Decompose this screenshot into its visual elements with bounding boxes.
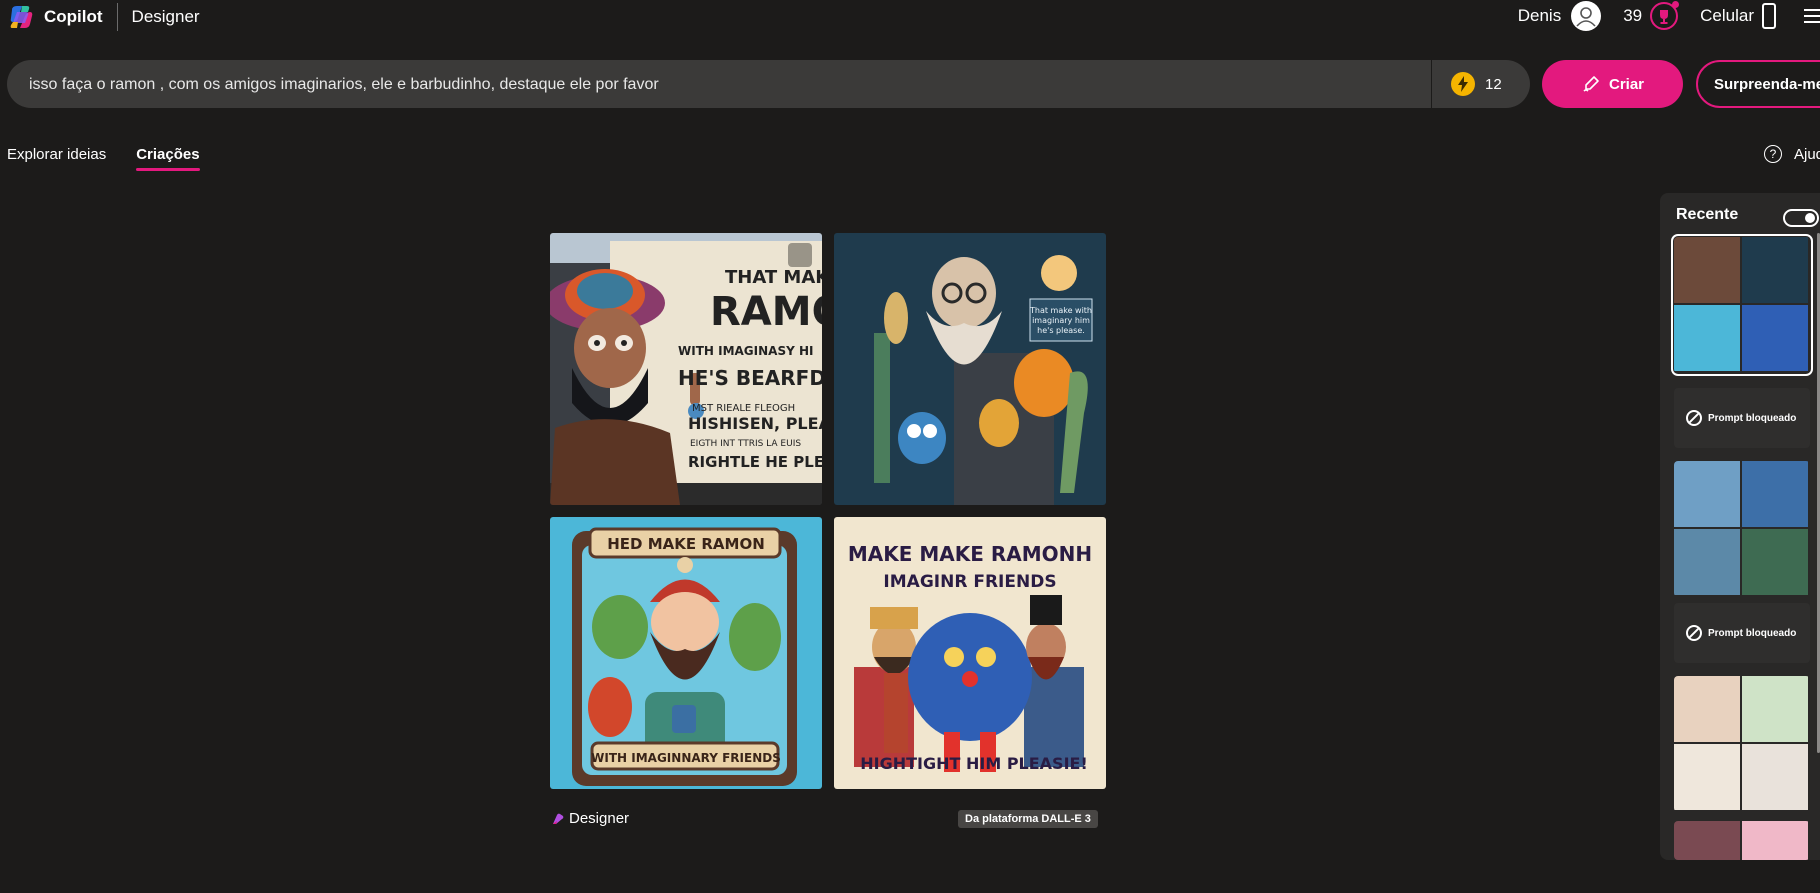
- rewards-points[interactable]: 39: [1623, 6, 1642, 26]
- image-text: HE'S BEARFD: [678, 366, 822, 390]
- image-text: WITH IMAGINASY HI: [678, 344, 813, 358]
- app-name: Copilot: [44, 7, 103, 26]
- recent-thumb: [1742, 529, 1808, 595]
- create-label: Criar: [1608, 75, 1645, 93]
- recent-thumb: [1742, 744, 1808, 810]
- app-subtitle: Designer: [131, 7, 200, 26]
- prompt-divider: [1431, 60, 1432, 108]
- image-text: RAMON: [710, 289, 822, 335]
- recent-thumb: [1742, 676, 1808, 742]
- recent-thumb: [1674, 237, 1740, 303]
- prompt-input[interactable]: [27, 60, 1431, 110]
- prompt-bar: 12: [7, 60, 1530, 110]
- help-link[interactable]: ? Ajuda: [1764, 145, 1820, 163]
- image-text: MST RIEALE FLEOGH: [692, 403, 795, 414]
- avatar[interactable]: [1571, 1, 1602, 31]
- image-text: IMAGINR FRIENDS: [883, 572, 1056, 592]
- image-text: HISHISEN, PLEAS: [688, 414, 822, 433]
- create-button[interactable]: Criar: [1542, 60, 1683, 108]
- designer-label: Designer: [569, 810, 630, 827]
- recent-panel: Recente Prompt bloqueado Prompt bloquead…: [1660, 193, 1820, 860]
- image-text: THAT MAKE: [725, 267, 822, 288]
- blocked-icon: [1686, 410, 1702, 426]
- copilot-logo-icon: [8, 4, 34, 30]
- recent-thumb: [1674, 529, 1740, 595]
- recent-thumb: [1742, 821, 1808, 860]
- platform-badge: Da plataforma DALL-E 3: [958, 810, 1098, 828]
- blocked-label: Prompt bloqueado: [1708, 412, 1797, 424]
- user-icon: [1576, 7, 1596, 27]
- recent-item[interactable]: [1674, 461, 1810, 597]
- tab-creations[interactable]: Criações: [136, 146, 200, 171]
- image-options-icon[interactable]: [788, 243, 812, 267]
- boost-bolt-icon: [1451, 72, 1475, 96]
- blocked-label: Prompt bloqueado: [1708, 627, 1797, 639]
- image-text: RIGHTLE HE PLEAS: [688, 453, 822, 471]
- tab-bar: Explorar ideias Criações: [7, 146, 230, 171]
- image-text: imaginary him: [1032, 316, 1090, 325]
- top-bar: Copilot Designer Denis 39 Celular: [0, 0, 1820, 32]
- help-label: Ajuda: [1794, 145, 1820, 163]
- result-image-1[interactable]: THAT MAKE RAMON WITH IMAGINASY HI HE'S B…: [550, 233, 822, 505]
- recent-item[interactable]: [1671, 234, 1813, 376]
- surprise-me-button[interactable]: Surpreenda-me: [1696, 60, 1820, 108]
- user-name[interactable]: Denis: [1518, 6, 1561, 26]
- image-text: he's please.: [1037, 326, 1085, 335]
- boost-count: 12: [1485, 75, 1502, 93]
- result-image-3[interactable]: HED MAKE RAMON WITH IMAGINNARY FRIENDS: [550, 517, 822, 789]
- image-text: That make with: [1029, 306, 1092, 315]
- top-right-actions: Denis 39 Celular: [1518, 0, 1820, 32]
- brush-icon: [1583, 76, 1599, 92]
- image-text: HIGHTIGHT HIM PLEASIE!: [860, 754, 1088, 773]
- image-text: HED MAKE RAMON: [607, 535, 765, 553]
- recent-thumb: [1742, 305, 1808, 371]
- recent-item[interactable]: [1674, 676, 1810, 812]
- image-text: WITH IMAGINNARY FRIENDS: [591, 751, 781, 765]
- recent-toggle[interactable]: [1783, 209, 1819, 227]
- recent-thumb: [1742, 237, 1808, 303]
- image-text: EIGTH INT TTRIS LA EUIS: [690, 439, 801, 449]
- blocked-icon: [1686, 625, 1702, 641]
- recent-title: Recente: [1676, 206, 1739, 223]
- brand[interactable]: Copilot Designer: [8, 3, 200, 31]
- recent-blocked-item[interactable]: Prompt bloqueado: [1674, 388, 1810, 448]
- result-image-4[interactable]: MAKE MAKE RAMONH IMAGINR FRIENDS HIGHTIG…: [834, 517, 1106, 789]
- phone-icon[interactable]: [1762, 3, 1776, 29]
- recent-blocked-item[interactable]: Prompt bloqueado: [1674, 603, 1810, 663]
- result-image-2[interactable]: That make with imaginary him he's please…: [834, 233, 1106, 505]
- tab-explore-ideas[interactable]: Explorar ideias: [7, 146, 106, 171]
- help-icon: ?: [1764, 145, 1782, 163]
- recent-thumb: [1674, 676, 1740, 742]
- menu-icon[interactable]: [1804, 9, 1820, 23]
- recent-item[interactable]: [1674, 821, 1810, 860]
- boost-counter[interactable]: 12: [1451, 72, 1502, 96]
- recent-thumb: [1674, 305, 1740, 371]
- image-text: MAKE MAKE RAMONH: [848, 542, 1092, 566]
- designer-footer: Designer: [551, 810, 629, 827]
- mobile-label[interactable]: Celular: [1700, 6, 1754, 26]
- recent-thumb: [1742, 461, 1808, 527]
- recent-thumb: [1674, 461, 1740, 527]
- notification-dot: [1672, 1, 1680, 8]
- surprise-me-label: Surpreenda-me: [1714, 75, 1820, 93]
- toggle-knob: [1805, 213, 1815, 223]
- rewards-trophy-icon[interactable]: [1650, 1, 1680, 30]
- recent-thumb: [1674, 744, 1740, 810]
- recent-thumb: [1674, 821, 1740, 860]
- brand-divider: [116, 3, 118, 31]
- designer-logo-icon: [551, 812, 565, 826]
